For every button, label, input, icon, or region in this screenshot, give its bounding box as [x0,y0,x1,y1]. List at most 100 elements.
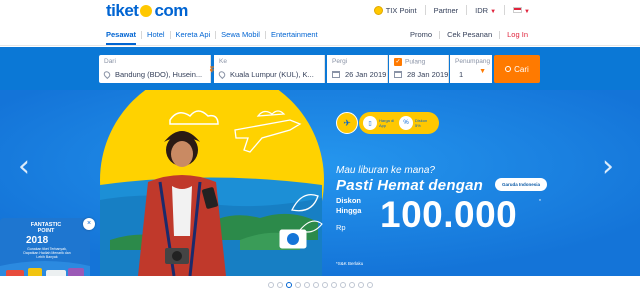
discount-label: Diskon Hingga [336,196,361,216]
currency-selector[interactable]: IDR ▼ [475,6,496,15]
calendar-icon [394,71,402,78]
chevron-down-icon: ▼ [490,8,497,15]
depart-label: Pergi [332,58,348,65]
badge-2-text: Diskon 5% [415,118,428,128]
search-icon [505,66,512,72]
origin-label: Dari [104,58,116,65]
currency-label: Rp [336,223,346,232]
discount-icon: % [399,116,413,130]
carousel-prev-arrow[interactable]: ‹ [18,147,30,187]
origin-value: Bandung (BDO), Husein... [102,69,203,80]
divider [504,5,506,15]
promo-card-year: 2018 [26,235,49,246]
carousel-dot[interactable] [367,282,373,288]
discount-label-1: Diskon [336,196,362,205]
top-bar: tiket com TIX Point Partner IDR ▼ ▼ [0,0,640,24]
tab-hotel[interactable]: Hotel [142,31,171,39]
logo-text-left: tiket [106,1,139,20]
utility-links: Promo Cek Pesanan Log In [403,31,528,39]
tix-point-link[interactable]: TIX Point [386,6,417,15]
divider [424,5,426,15]
depart-text: 26 Jan 2019 [345,70,387,79]
calendar-icon [332,71,340,78]
location-pin-icon [102,69,112,80]
login-link[interactable]: Log In [500,31,528,39]
discount-amount: 100.000 [380,194,518,235]
depart-date-field[interactable]: Pergi 26 Jan 2019 [327,55,388,83]
terms-note: *S&K Berlaku [336,261,364,266]
currency-label: IDR [475,5,489,15]
search-button[interactable]: Cari [494,55,540,83]
partner-link[interactable]: Partner [434,6,459,15]
carousel-dot[interactable] [349,282,355,288]
carousel-next-arrow[interactable]: › [602,147,614,187]
carousel-dot[interactable] [340,282,346,288]
tab-sewa-mobil[interactable]: Sewa Mobil [216,31,266,39]
active-tab-indicator [106,43,136,45]
carousel-dot[interactable] [268,282,274,288]
destination-field[interactable]: Ke Kuala Lumpur (KUL), K... [214,55,325,83]
tab-kereta-api[interactable]: Kereta Api [171,31,217,39]
carousel-dots [268,282,376,288]
depart-value: 26 Jan 2019 [332,70,386,79]
carousel-dot[interactable] [358,282,364,288]
tiket-logo[interactable]: tiket com [106,1,188,21]
product-tabs: Pesawat Hotel Kereta Api Sewa Mobil Ente… [106,31,323,39]
carousel-dot[interactable] [277,282,283,288]
destination-text: Kuala Lumpur (KUL), K... [230,70,314,79]
destination-label: Ke [219,58,227,65]
tab-entertainment[interactable]: Entertainment [266,31,323,39]
carousel-dot[interactable] [313,282,319,288]
app-price-badge: ▯ Harga di App % Diskon 5% [359,112,439,134]
location-pin-icon [217,69,227,80]
carousel-dot[interactable] [304,282,310,288]
carousel-dot[interactable] [331,282,337,288]
destination-value: Kuala Lumpur (KUL), K... [217,69,314,80]
banner-headline-2: Pasti Hemat dengan [336,177,483,194]
chevron-down-icon: ▼ [524,8,530,15]
indonesia-flag-icon [513,6,523,13]
flight-search-form: Dari Bandung (BDO), Husein... ⇄ Ke Kuala… [0,47,640,90]
close-icon[interactable]: × [83,218,95,230]
badge-1-text: Harga di App [379,118,395,128]
carousel-dot[interactable] [286,282,292,288]
logo-dot-icon [140,5,153,17]
origin-text: Bandung (BDO), Husein... [115,70,203,79]
search-button-label: Cari [514,64,529,74]
airline-logo: Garuda Indonesia [495,178,547,191]
feature-badges: ✈ ▯ Harga di App % Diskon 5% [336,112,439,134]
promo-link[interactable]: Promo [403,31,441,39]
banner-copy: ✈ ▯ Harga di App % Diskon 5% Mau liburan… [336,90,576,276]
airplane-icon: ✈ [336,112,358,134]
return-text: 28 Jan 2019 [407,70,449,79]
carousel-dot[interactable] [295,282,301,288]
promo-card-title: FANTASTIC POINT [30,222,62,234]
account-links: TIX Point Partner IDR ▼ ▼ [373,5,530,15]
return-value: 28 Jan 2019 [394,70,448,79]
divider [466,5,468,15]
cek-pesanan-link[interactable]: Cek Pesanan [440,31,501,39]
promo-banner[interactable]: ‹ › ✈ ▯ Harga di App % Diskon 5% Mau lib… [0,90,640,276]
discount-label-2: Hingga [336,206,362,215]
promo-card-desc: Gunakan tiket Terbanyak, Dapatkan Hadiah… [23,247,71,259]
passenger-label: Penumpang [455,58,491,65]
carousel-dot[interactable] [322,282,328,288]
phone-icon: ▯ [363,116,377,130]
return-label-wrap: ✓ Pulang [394,58,425,66]
return-date-field[interactable]: ✓ Pulang 28 Jan 2019 [389,55,449,83]
return-label: Pulang [405,58,426,66]
asterisk: * [539,199,541,205]
promo-card-title-2: POINT [37,228,55,234]
logo-text-right: com [154,1,188,20]
origin-field[interactable]: Dari Bandung (BDO), Husein... [99,55,211,83]
passenger-select[interactable]: Penumpang 1 ▼ [450,55,492,83]
tiket-homepage: tiket com TIX Point Partner IDR ▼ ▼ Pesaw… [0,0,640,296]
product-nav: Pesawat Hotel Kereta Api Sewa Mobil Ente… [0,24,640,46]
language-selector[interactable]: ▼ [513,6,530,15]
tix-point-icon [373,5,383,15]
banner-headline-1: Mau liburan ke mana? [336,165,435,176]
passenger-value: 1 [459,70,464,79]
chevron-down-icon: ▼ [479,68,486,75]
tab-pesawat[interactable]: Pesawat [106,31,143,39]
return-checkbox[interactable]: ✓ [394,58,402,66]
